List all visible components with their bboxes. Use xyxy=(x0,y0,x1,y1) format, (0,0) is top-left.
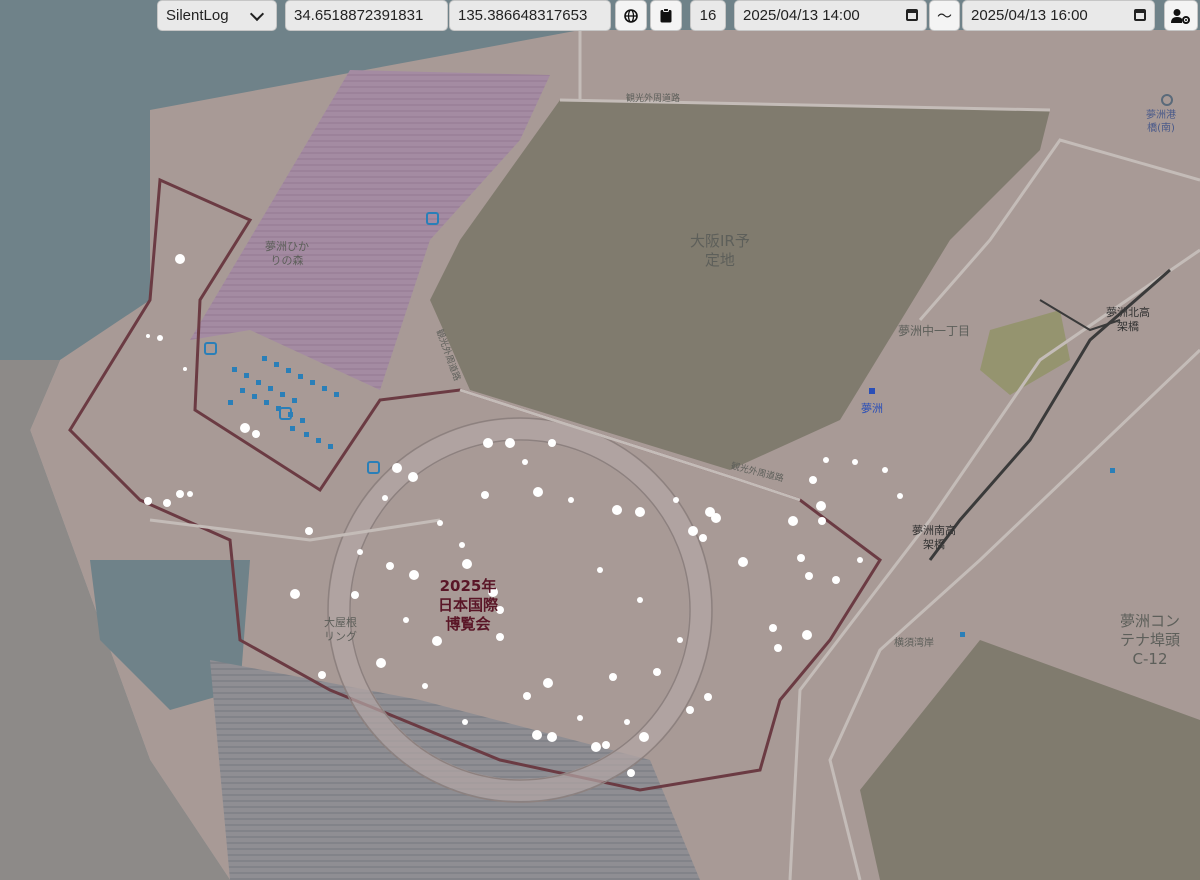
clipboard-icon xyxy=(660,8,672,23)
calendar-icon[interactable] xyxy=(906,9,918,21)
start-datetime-input[interactable]: 2025/04/13 14:00 xyxy=(734,0,927,31)
map-label-south-bridge: 夢洲南高 架橋 xyxy=(912,524,956,551)
longitude-value: 135.386648317653 xyxy=(458,7,588,24)
map-label-top-right: 夢洲港 橋(南) xyxy=(1146,110,1176,134)
map-label-road-north: 観光外周道路 xyxy=(626,94,681,104)
clipboard-button[interactable] xyxy=(650,0,682,31)
map-label-yokobori: 横須湾岸 xyxy=(894,638,934,649)
start-datetime-value: 2025/04/13 14:00 xyxy=(743,7,860,24)
map-label-yumeshima-station: 夢洲 xyxy=(861,402,883,415)
latitude-value: 34.6518872391831 xyxy=(294,7,424,24)
end-datetime-input[interactable]: 2025/04/13 16:00 xyxy=(962,0,1155,31)
map-label-forest: 夢洲ひか りの森 xyxy=(265,240,309,267)
chevron-down-icon xyxy=(249,6,265,22)
user-settings-button[interactable] xyxy=(1164,0,1198,31)
latitude-field[interactable]: 34.6518872391831 xyxy=(285,0,448,31)
log-select-value: SilentLog xyxy=(166,7,229,24)
calendar-icon[interactable] xyxy=(1134,9,1146,21)
globe-icon xyxy=(624,8,638,23)
end-datetime-value: 2025/04/13 16:00 xyxy=(971,7,1088,24)
map-label-yumeshima-1chome: 夢洲中一丁目 xyxy=(898,324,971,338)
map-label-container-terminal: 夢洲コン テナ埠頭 C-12 xyxy=(1120,612,1181,668)
map-label-north-bridge: 夢洲北高 架橋 xyxy=(1106,306,1150,333)
map-canvas[interactable] xyxy=(0,0,1200,880)
longitude-field[interactable]: 135.386648317653 xyxy=(449,0,611,31)
globe-button[interactable] xyxy=(615,0,647,31)
zoom-level-value: 16 xyxy=(699,7,717,24)
user-settings-icon xyxy=(1171,8,1190,24)
station-marker xyxy=(869,388,875,394)
station-marker-east xyxy=(1110,468,1115,473)
range-separator-text: 〜 xyxy=(936,8,952,25)
station-marker-south xyxy=(960,632,965,637)
map-label-expo: 2025年 日本国際 博覧会 xyxy=(438,577,499,633)
range-separator: 〜 xyxy=(929,0,960,31)
map-label-ir-site: 大阪IR予 定地 xyxy=(690,232,750,269)
map-label-grand-ring: 大屋根 リング xyxy=(324,616,357,643)
zoom-level-field[interactable]: 16 xyxy=(690,0,726,31)
log-select[interactable]: SilentLog xyxy=(157,0,277,31)
